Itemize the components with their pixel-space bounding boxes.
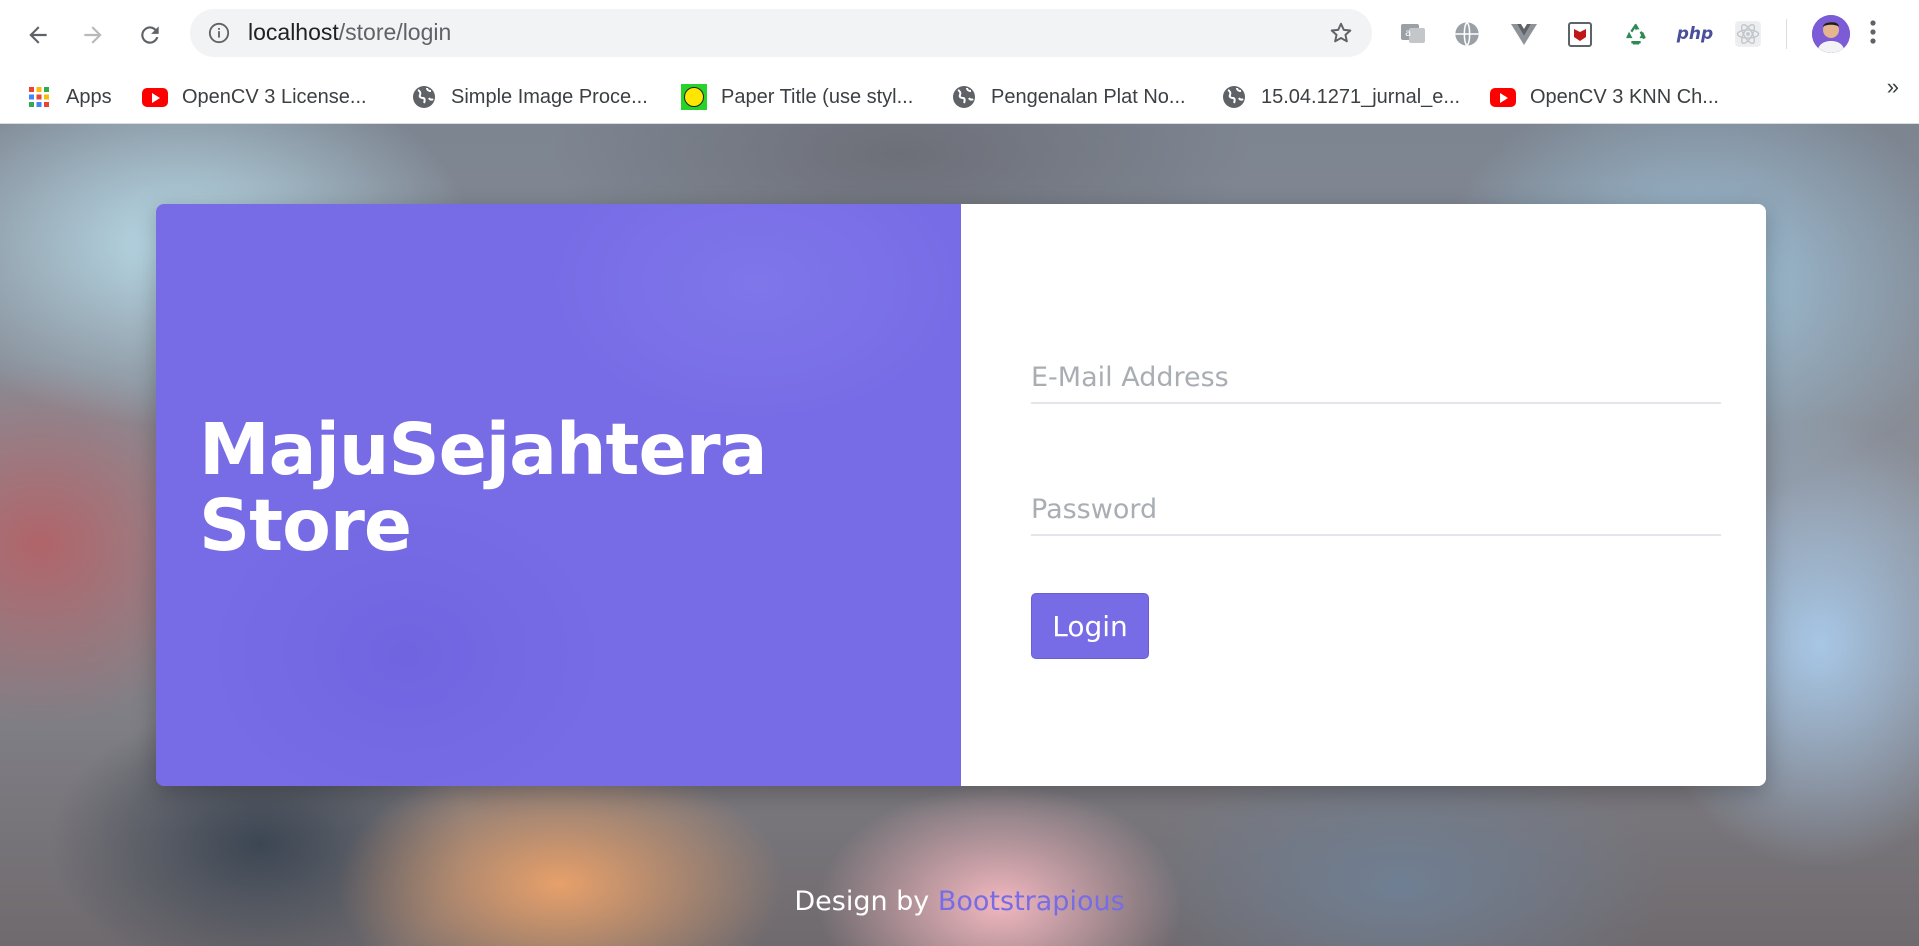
browser-menu-button[interactable]: [1868, 17, 1878, 51]
forward-arrow-icon: [84, 26, 102, 44]
bookmark-simple-image[interactable]: Simple Image Proce...: [411, 78, 648, 116]
bookmarks-overflow-button[interactable]: »: [1887, 74, 1899, 100]
profile-person-icon: [1812, 15, 1850, 53]
bookmark-jurnal[interactable]: 15.04.1271_jurnal_e...: [1221, 78, 1460, 116]
php-label: php: [1676, 24, 1714, 44]
url-text[interactable]: localhost/store/login: [248, 19, 451, 46]
bookmark-pengenalan-plat[interactable]: Pengenalan Plat No...: [951, 78, 1186, 116]
login-card: MajuSejahtera Store Login: [156, 204, 1766, 786]
svg-text:a: a: [1405, 28, 1411, 39]
page-background: MajuSejahtera Store Login Design by Boot…: [0, 124, 1919, 946]
bookmark-paper-title[interactable]: Paper Title (use styl...: [681, 78, 913, 116]
youtube-icon: [142, 84, 168, 110]
bookmark-label: Pengenalan Plat No...: [991, 85, 1186, 108]
profile-avatar[interactable]: [1812, 15, 1850, 53]
extension-mcafee-icon[interactable]: [1563, 17, 1597, 51]
login-button[interactable]: Login: [1031, 593, 1149, 659]
globe-icon: [411, 84, 437, 110]
toolbar-divider: [1786, 19, 1787, 49]
more-vertical-icon: [1870, 20, 1876, 44]
smiley-icon: [681, 84, 707, 110]
login-form-panel: Login: [961, 204, 1766, 786]
bookmark-opencv-license[interactable]: OpenCV 3 License...: [142, 78, 367, 116]
bookmark-label: Apps: [66, 85, 112, 108]
bookmark-label: Paper Title (use styl...: [721, 85, 914, 108]
url-path: /store/login: [338, 19, 452, 45]
footer-credit: Design by Bootstrapious: [0, 886, 1919, 917]
bookmark-label: OpenCV 3 KNN Ch...: [1530, 85, 1719, 108]
bookmark-label: 15.04.1271_jurnal_e...: [1261, 85, 1461, 108]
forward-button[interactable]: [75, 17, 111, 53]
bookmarks-bar: Apps OpenCV 3 License... Simple Image Pr…: [0, 70, 1919, 124]
brand-panel: MajuSejahtera Store: [156, 204, 961, 786]
credit-prefix: Design by: [794, 886, 938, 917]
address-bar[interactable]: localhost/store/login: [190, 9, 1372, 57]
back-arrow-icon: [29, 26, 47, 44]
brand-title: MajuSejahtera Store: [199, 408, 768, 567]
youtube-icon: [1490, 84, 1516, 110]
apps-grid-icon: [26, 84, 52, 110]
extension-translate-icon[interactable]: a: [1396, 17, 1430, 51]
bookmark-label: OpenCV 3 License...: [182, 85, 367, 108]
bookmark-apps[interactable]: Apps: [26, 78, 112, 116]
brand-title-line1: MajuSejahtera: [199, 408, 768, 491]
extension-vue-icon[interactable]: [1507, 17, 1541, 51]
password-input[interactable]: [1031, 484, 1721, 536]
brand-title-line2: Store: [199, 484, 412, 567]
bookmark-label: Simple Image Proce...: [451, 85, 648, 108]
extension-php-icon[interactable]: php: [1675, 17, 1715, 51]
globe-icon: [1221, 84, 1247, 110]
site-info-icon[interactable]: [208, 22, 230, 44]
extension-globe-icon[interactable]: [1450, 17, 1484, 51]
reload-icon: [141, 26, 159, 44]
browser-toolbar: localhost/store/login a php: [0, 0, 1919, 70]
email-input[interactable]: [1031, 352, 1721, 404]
url-host: localhost: [248, 19, 339, 45]
extension-react-icon[interactable]: [1731, 17, 1765, 51]
extension-recycle-icon[interactable]: [1619, 17, 1653, 51]
reload-button[interactable]: [132, 17, 168, 53]
back-button[interactable]: [20, 17, 56, 53]
globe-icon: [951, 84, 977, 110]
bookmark-star-icon[interactable]: [1328, 20, 1354, 46]
bootstrapious-link[interactable]: Bootstrapious: [938, 886, 1125, 917]
bookmark-opencv-knn[interactable]: OpenCV 3 KNN Ch...: [1490, 78, 1719, 116]
